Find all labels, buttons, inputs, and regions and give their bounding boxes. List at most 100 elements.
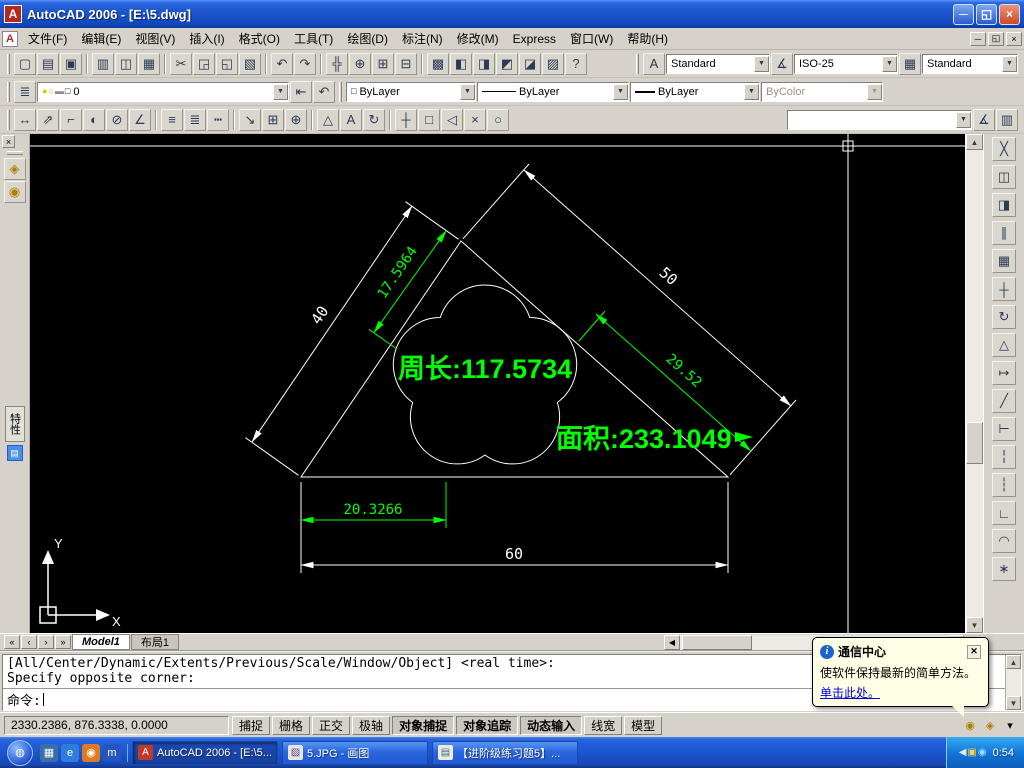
toolbar-lock-icon[interactable]: ◈ [982, 717, 998, 733]
tray-security-icon[interactable]: ▣ [967, 747, 976, 758]
menu-item[interactable]: 修改(M) [450, 27, 506, 50]
break-at-point-icon[interactable]: ╎ [992, 445, 1016, 469]
baseline-dimension-icon[interactable]: ≣ [184, 108, 206, 131]
scrollbar-thumb[interactable] [966, 422, 983, 464]
tab-nav-button[interactable]: ‹ [21, 635, 37, 649]
toggle-grid[interactable]: 栅格 [272, 715, 311, 735]
status-menu-icon[interactable]: ▾ [1002, 717, 1018, 733]
snap-center-icon[interactable]: ○ [487, 108, 509, 131]
chevron-down-icon[interactable]: ▼ [1002, 55, 1017, 72]
undo-icon[interactable]: ↶ [271, 52, 293, 75]
dimension-update-icon[interactable]: ↻ [363, 108, 385, 131]
close-toolbar-icon[interactable]: × [2, 135, 15, 148]
layer-properties-manager-icon[interactable]: ≣ [14, 80, 36, 103]
toggle-otrack[interactable]: 对象追踪 [456, 715, 519, 735]
chevron-down-icon[interactable]: ▼ [744, 83, 759, 100]
ordinate-dimension-icon[interactable]: ⌐ [60, 108, 82, 131]
snap-endpoint-icon[interactable]: □ [418, 108, 440, 131]
quick-launch-show-desktop-icon[interactable]: ▦ [40, 743, 58, 762]
scrollbar-thumb[interactable] [682, 634, 752, 650]
scroll-up-icon[interactable]: ▲ [966, 134, 983, 150]
inquiry-area-icon[interactable]: ◉ [3, 181, 26, 203]
drawing-file-icon[interactable]: A [2, 30, 18, 47]
menu-item[interactable]: 绘图(D) [340, 27, 395, 50]
taskbar-task-autocad[interactable]: A AutoCAD 2006 - [E:\5... [132, 740, 278, 765]
toggle-dyn[interactable]: 动态输入 [520, 715, 583, 735]
dim50-text[interactable]: 50 [656, 264, 681, 289]
toolbar-grip[interactable] [7, 81, 10, 102]
dimension-text-edit-icon[interactable]: A [340, 108, 362, 131]
color-control-combo[interactable]: □ ByLayer ▼ [346, 81, 476, 102]
dim40-text[interactable]: 40 [307, 303, 332, 328]
aligned-dimension-icon[interactable]: ⇗ [37, 108, 59, 131]
dim29-ext-line[interactable] [578, 310, 606, 342]
tab-model[interactable]: Model1 [72, 634, 130, 650]
help-icon[interactable]: ? [565, 52, 587, 75]
layer-combo[interactable]: ● ○ ▬ □ 0 ▼ [37, 81, 289, 102]
toggle-snap[interactable]: 捕捉 [232, 715, 271, 735]
zoom-previous-icon[interactable]: ⊟ [395, 52, 417, 75]
scale-icon[interactable]: △ [992, 333, 1016, 357]
inquiry-distance-icon[interactable]: ◈ [3, 158, 26, 180]
chevron-down-icon[interactable]: ▼ [613, 83, 628, 100]
scrollbar-track[interactable] [966, 464, 983, 617]
dim40-line[interactable] [251, 205, 413, 443]
move-icon[interactable]: ┼ [992, 277, 1016, 301]
quick-calc-icon[interactable]: ▨ [542, 52, 564, 75]
lineweight-control-combo[interactable]: ByLayer ▼ [630, 81, 760, 102]
dimension-style-combo[interactable]: ▼ [787, 109, 972, 130]
scroll-down-icon[interactable]: ▼ [966, 617, 983, 633]
publish-icon[interactable]: ▦ [138, 52, 160, 75]
zoom-window-icon[interactable]: ⊞ [372, 52, 394, 75]
chevron-down-icon[interactable]: ▼ [754, 55, 769, 72]
radius-dimension-icon[interactable]: ◐ [83, 108, 105, 131]
chevron-down-icon[interactable]: ▼ [273, 83, 288, 100]
mdi-restore-button[interactable]: ◱ [988, 31, 1004, 46]
scrollbar-track[interactable] [1006, 669, 1021, 696]
stretch-icon[interactable]: ↦ [992, 361, 1016, 385]
dim17-text[interactable]: 17.5964 [375, 244, 421, 302]
copy-icon[interactable]: ◲ [193, 52, 215, 75]
array-icon[interactable]: ▦ [992, 249, 1016, 273]
tab-layout1[interactable]: 布局1 [130, 634, 180, 650]
dim40-ext-line[interactable] [245, 437, 299, 476]
explode-icon[interactable]: ∗ [992, 557, 1016, 581]
extend-icon[interactable]: ⊢ [992, 417, 1016, 441]
chamfer-icon[interactable]: ∟ [992, 501, 1016, 525]
minimize-button[interactable]: ─ [953, 3, 974, 25]
table-style-combo[interactable]: Standard ▼ [922, 53, 1018, 74]
balloon-close-icon[interactable]: ✕ [967, 644, 981, 659]
properties-palette-tab[interactable]: 特性 [4, 406, 25, 442]
plot-preview-icon[interactable]: ◫ [115, 52, 137, 75]
menu-item[interactable]: 标注(N) [395, 27, 450, 50]
dim29-text[interactable]: 29.52 [663, 351, 705, 391]
toggle-model[interactable]: 模型 [624, 715, 663, 735]
balloon-link[interactable]: 单击此处。 [820, 684, 880, 701]
properties-icon[interactable]: ▩ [427, 52, 449, 75]
tool-palettes-icon[interactable]: ◨ [473, 52, 495, 75]
open-icon[interactable]: ▤ [37, 52, 59, 75]
mdi-close-button[interactable]: × [1006, 31, 1022, 46]
mirror-icon[interactable]: ◨ [992, 193, 1016, 217]
mdi-minimize-button[interactable]: ─ [970, 31, 986, 46]
toolbar-grip[interactable] [7, 53, 10, 74]
save-icon[interactable]: ▣ [60, 52, 82, 75]
menu-item[interactable]: 窗口(W) [563, 27, 620, 50]
close-button[interactable]: × [999, 3, 1020, 25]
paste-icon[interactable]: ◱ [216, 52, 238, 75]
communication-center-icon[interactable]: ◉ [962, 717, 978, 733]
snap-from-icon[interactable]: ┼ [395, 108, 417, 131]
tab-nav-button[interactable]: » [55, 635, 71, 649]
scroll-down-icon[interactable]: ▼ [1006, 696, 1021, 710]
text-style-combo[interactable]: Standard ▼ [666, 53, 770, 74]
model-space-canvas[interactable]: 40 50 60 17.5964 29.52 20.3266 周长:117.57… [30, 134, 965, 633]
plot-icon[interactable]: ▥ [92, 52, 114, 75]
quick-launch-msn-icon[interactable]: m [103, 743, 121, 762]
menu-item[interactable]: Express [506, 29, 563, 49]
tray-volume-icon[interactable]: ◉ [978, 747, 987, 758]
match-properties-icon[interactable]: ▧ [239, 52, 261, 75]
tray-collapse-icon[interactable]: ◀ [959, 747, 967, 758]
toggle-osnap[interactable]: 对象捕捉 [392, 715, 455, 735]
qnew-icon[interactable]: ▢ [14, 52, 36, 75]
dimension-edit-icon[interactable]: △ [317, 108, 339, 131]
